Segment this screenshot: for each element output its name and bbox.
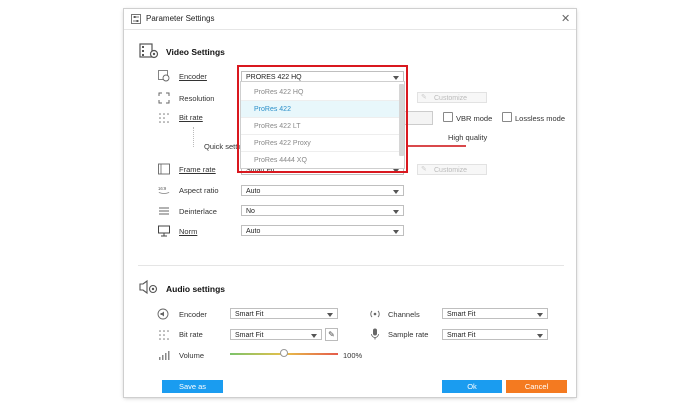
audio-bitrate-label: Bit rate: [179, 330, 203, 339]
norm-label[interactable]: Norm: [179, 227, 197, 236]
ok-button[interactable]: Ok: [442, 380, 502, 393]
audio-bitrate-edit-pencil-icon[interactable]: ✎: [325, 328, 338, 341]
video-settings-title: Video Settings: [166, 47, 225, 57]
aspect-ratio-label: Aspect ratio: [179, 186, 219, 195]
encoder-gear-icon: [158, 70, 170, 82]
audio-bitrate-select[interactable]: Smart Fit: [230, 329, 322, 340]
volume-slider-thumb[interactable]: [280, 349, 288, 357]
microphone-icon: [371, 328, 379, 340]
aspect-ratio-select[interactable]: Auto: [241, 185, 404, 196]
customize-label: Customize: [434, 167, 468, 174]
channels-select[interactable]: Smart Fit: [442, 308, 548, 319]
volume-value: 100%: [343, 351, 363, 360]
deinterlace-label: Deinterlace: [179, 207, 217, 216]
vbr-mode-checkbox[interactable]: [443, 112, 453, 122]
frame-rate-customize-button[interactable]: Customize: [417, 164, 487, 175]
chevron-down-icon: [327, 313, 333, 317]
deinterlace-value: No: [246, 208, 255, 215]
audio-settings-icon: [139, 279, 158, 295]
cancel-button[interactable]: Cancel: [506, 380, 567, 393]
video-settings-icon: [139, 43, 159, 59]
window-title: Parameter Settings: [146, 14, 215, 23]
channels-label: Channels: [388, 310, 420, 319]
film-icon: [158, 163, 170, 175]
quality-slider-track[interactable]: [408, 145, 466, 147]
norm-value: Auto: [246, 228, 261, 235]
frame-rate-label[interactable]: Frame rate: [179, 165, 216, 174]
section-divider: [138, 265, 564, 266]
audio-bitrate-icon: [159, 330, 169, 340]
deinterlace-icon: [159, 207, 169, 215]
channels-value: Smart Fit: [447, 311, 476, 318]
title-bar: Parameter Settings ✕: [124, 9, 576, 30]
monitor-icon: [158, 225, 170, 237]
audio-encoder-value: Smart Fit: [235, 311, 264, 318]
audio-bitrate-value: Smart Fit: [235, 332, 264, 339]
aspect-ratio-value: Auto: [246, 188, 261, 195]
aspect-ratio-icon: 16:9: [158, 186, 170, 194]
resolution-customize-button[interactable]: Customize: [417, 92, 487, 103]
pencil-icon: ✎: [421, 94, 427, 101]
chevron-down-icon: [393, 210, 399, 214]
norm-select[interactable]: Auto: [241, 225, 404, 236]
volume-label: Volume: [179, 351, 205, 360]
audio-encoder-select[interactable]: Smart Fit: [230, 308, 338, 319]
lossless-mode-label: Lossless mode: [515, 114, 566, 123]
chevron-down-icon: [537, 334, 543, 338]
close-icon[interactable]: ✕: [561, 12, 570, 25]
high-quality-label: High quality: [448, 133, 488, 142]
volume-bars-icon: [159, 351, 170, 360]
sample-rate-value: Smart Fit: [447, 332, 476, 339]
chevron-down-icon: [393, 190, 399, 194]
svg-text:16:9: 16:9: [158, 186, 167, 191]
audio-settings-title: Audio settings: [166, 284, 226, 294]
customize-label: Customize: [434, 95, 468, 102]
channels-icon: [370, 310, 380, 318]
vbr-mode-label: VBR mode: [456, 114, 493, 123]
quick-setting-connector: [193, 127, 195, 147]
resolution-label: Resolution: [179, 94, 215, 103]
chevron-down-icon: [393, 230, 399, 234]
resolution-icon: [158, 92, 170, 104]
settings-sliders-icon: [131, 14, 141, 24]
audio-encoder-label: Encoder: [179, 310, 207, 319]
bitrate-icon: [159, 113, 169, 123]
video-bitrate-label[interactable]: Bit rate: [179, 113, 203, 122]
chevron-down-icon: [311, 334, 317, 338]
deinterlace-select[interactable]: No: [241, 205, 404, 216]
save-as-button[interactable]: Save as: [162, 380, 223, 393]
sample-rate-select[interactable]: Smart Fit: [442, 329, 548, 340]
speaker-icon: [157, 308, 169, 320]
highlight-frame: [237, 65, 408, 173]
chevron-down-icon: [537, 313, 543, 317]
pencil-icon: ✎: [421, 166, 427, 173]
sample-rate-label: Sample rate: [388, 330, 429, 339]
lossless-mode-checkbox[interactable]: [502, 112, 512, 122]
video-encoder-label[interactable]: Encoder: [179, 72, 207, 81]
